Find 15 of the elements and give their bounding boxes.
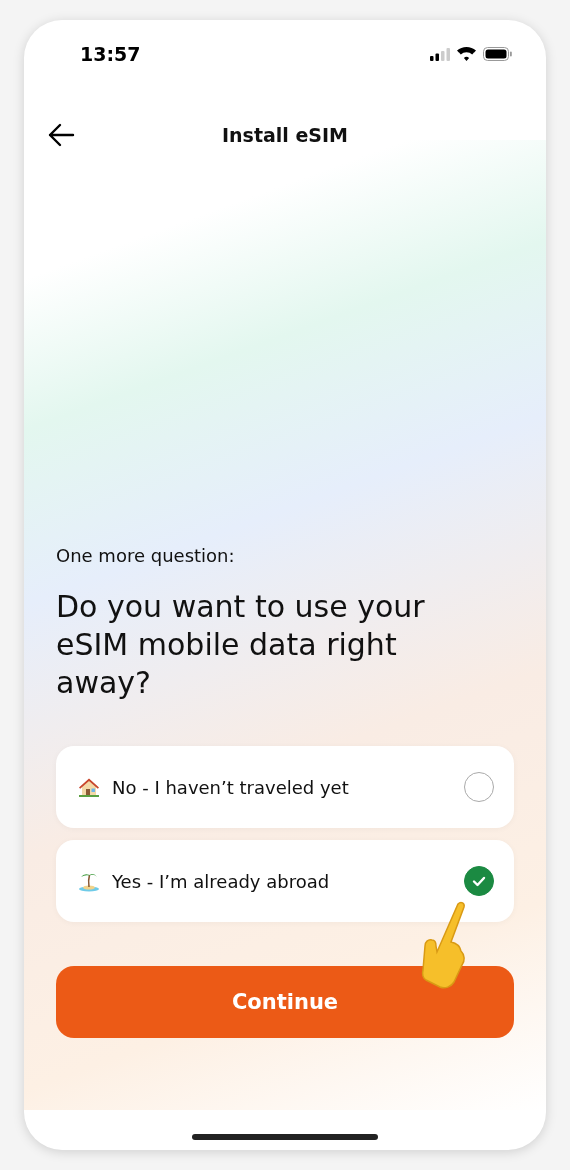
battery-icon — [483, 47, 512, 61]
house-icon — [78, 776, 100, 798]
question-heading: Do you want to use your eSIM mobile data right away? — [56, 588, 426, 702]
screen-title: Install eSIM — [222, 124, 348, 146]
radio-button[interactable] — [464, 866, 494, 896]
check-icon — [472, 875, 486, 887]
back-arrow-icon[interactable] — [47, 123, 75, 147]
option-label: No - I haven’t traveled yet — [112, 776, 350, 798]
answer-option[interactable]: Yes - I’m already abroad — [56, 840, 514, 922]
question-label: One more question: — [56, 545, 236, 566]
signal-icon — [430, 47, 450, 61]
answer-option[interactable]: No - I haven’t traveled yet — [56, 746, 514, 828]
option-label: Yes - I’m already abroad — [112, 870, 331, 892]
status-time: 13:57 — [80, 43, 141, 65]
wifi-icon — [457, 47, 476, 61]
